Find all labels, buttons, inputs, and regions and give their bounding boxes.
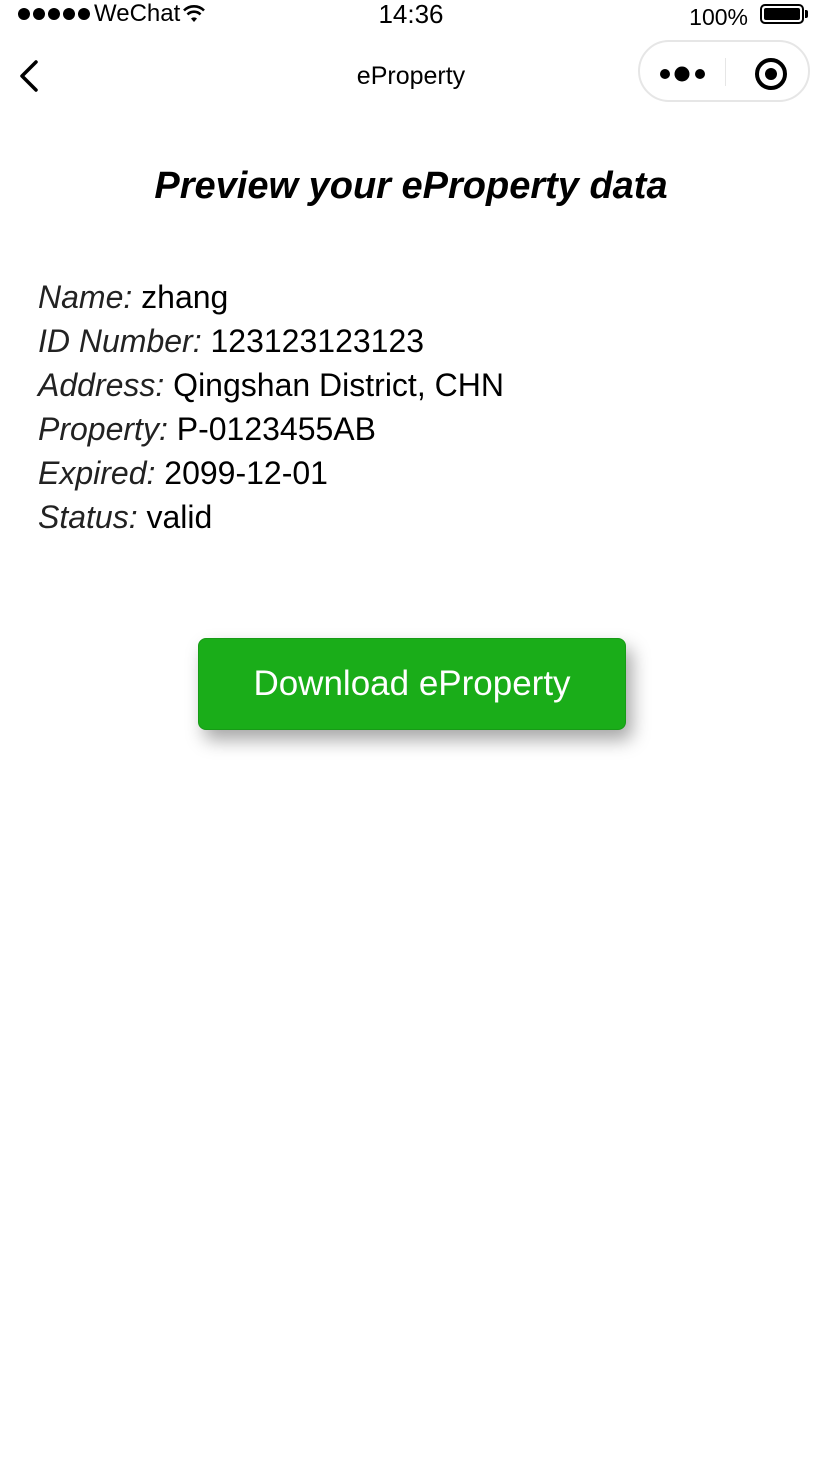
battery-icon <box>760 4 808 24</box>
info-row-status: Status: valid <box>38 495 778 539</box>
info-row-address: Address: Qingshan District, CHN <box>38 363 778 407</box>
battery-percentage: 100% <box>689 4 748 30</box>
info-row-name: Name: zhang <box>38 275 778 319</box>
info-row-expired: Expired: 2099-12-01 <box>38 451 778 495</box>
close-mini-program-button[interactable] <box>726 42 810 100</box>
property-label: Property: <box>38 411 168 447</box>
property-info-list: Name: zhang ID Number: 123123123123 Addr… <box>38 275 778 539</box>
page-heading: Preview your eProperty data <box>154 165 668 207</box>
name-value: zhang <box>141 279 229 315</box>
more-button[interactable] <box>640 42 726 100</box>
mini-program-capsule <box>638 40 810 102</box>
id-number-value: 123123123123 <box>210 323 425 359</box>
status-value: valid <box>146 499 213 535</box>
download-eproperty-button[interactable]: Download eProperty <box>198 638 626 730</box>
more-dots-icon <box>660 66 705 82</box>
name-label: Name: <box>38 279 133 315</box>
address-value: Qingshan District, CHN <box>173 367 504 403</box>
info-row-id-number: ID Number: 123123123123 <box>38 319 778 363</box>
id-number-label: ID Number: <box>38 323 202 359</box>
property-value: P-0123455AB <box>176 411 376 447</box>
status-label: Status: <box>38 499 138 535</box>
navigation-bar: eProperty <box>0 36 822 116</box>
expired-label: Expired: <box>38 455 156 491</box>
info-row-property: Property: P-0123455AB <box>38 407 778 451</box>
expired-value: 2099-12-01 <box>164 455 328 491</box>
target-circle-icon <box>755 58 787 90</box>
address-label: Address: <box>38 367 165 403</box>
status-bar: WeChat 14:36 100% <box>0 0 822 30</box>
